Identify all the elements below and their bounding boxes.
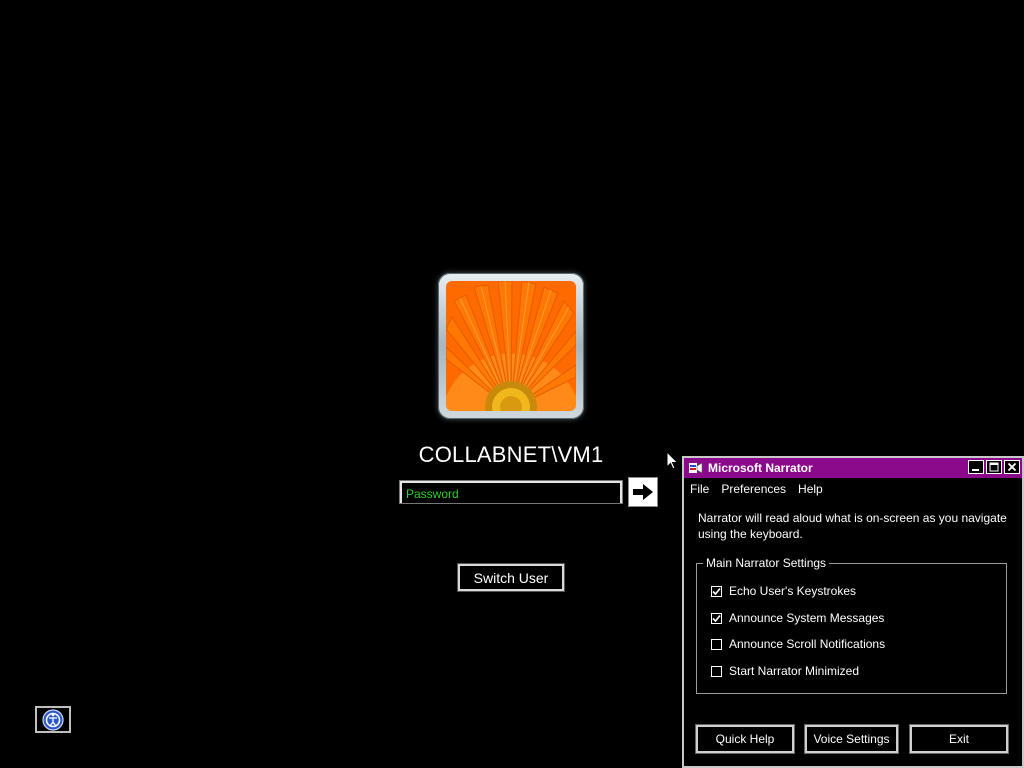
submit-arrow-button[interactable]	[628, 477, 658, 507]
narrator-menubar: File Preferences Help	[690, 482, 823, 496]
option-announce-system-messages[interactable]: Announce System Messages	[711, 611, 884, 625]
login-screen: COLLABNET\VM1 Switch User Microsoft Narr…	[0, 0, 1024, 768]
group-title: Main Narrator Settings	[703, 556, 830, 570]
option-label: Announce Scroll Notifications	[729, 637, 886, 651]
maximize-icon	[989, 462, 999, 472]
option-label: Announce System Messages	[729, 611, 885, 625]
close-button[interactable]	[1004, 460, 1020, 474]
switch-user-button[interactable]: Switch User	[458, 564, 564, 591]
checkmark-icon	[712, 587, 721, 595]
password-field-container	[400, 481, 622, 503]
main-settings-group: Main Narrator Settings Echo User's Keyst…	[696, 556, 1007, 694]
menu-file[interactable]: File	[690, 482, 709, 496]
checkmark-icon	[712, 614, 721, 622]
user-avatar	[438, 273, 584, 419]
mouse-pointer-icon	[666, 451, 679, 470]
username-label: COLLABNET\VM1	[418, 442, 604, 467]
arrow-right-icon	[633, 484, 653, 500]
checkbox-echo-keystrokes[interactable]	[711, 585, 722, 597]
ease-of-access-icon	[42, 708, 64, 731]
ease-of-access-button[interactable]	[35, 706, 71, 733]
maximize-button[interactable]	[986, 460, 1002, 474]
voice-settings-button[interactable]: Voice Settings	[805, 725, 898, 753]
menu-preferences[interactable]: Preferences	[721, 482, 786, 496]
narrator-description: Narrator will read aloud what is on-scre…	[698, 511, 1007, 541]
minimize-button[interactable]	[968, 460, 984, 474]
option-label: Start Narrator Minimized	[729, 664, 860, 678]
checkbox-announce-system-messages[interactable]	[711, 612, 722, 624]
checkbox-announce-scroll-notifications[interactable]	[711, 638, 722, 650]
narrator-app-icon	[689, 462, 703, 474]
menu-help[interactable]: Help	[798, 482, 823, 496]
window-controls	[968, 460, 1020, 474]
option-label: Echo User's Keystrokes	[729, 584, 857, 598]
flower-picture	[446, 281, 576, 411]
exit-button[interactable]: Exit	[910, 725, 1008, 753]
password-field[interactable]	[402, 485, 620, 503]
narrator-window: Microsoft Narrator File Preferences Help…	[682, 456, 1024, 768]
narrator-titlebar[interactable]: Microsoft Narrator	[684, 458, 1022, 478]
narrator-title: Microsoft Narrator	[708, 461, 813, 475]
quick-help-button[interactable]: Quick Help	[696, 725, 794, 753]
minimize-icon	[972, 469, 979, 471]
option-start-minimized[interactable]: Start Narrator Minimized	[711, 664, 859, 678]
option-announce-scroll-notifications[interactable]: Announce Scroll Notifications	[711, 637, 885, 651]
checkbox-start-minimized[interactable]	[711, 665, 722, 677]
option-echo-keystrokes[interactable]: Echo User's Keystrokes	[711, 584, 856, 598]
close-icon	[1007, 462, 1017, 472]
